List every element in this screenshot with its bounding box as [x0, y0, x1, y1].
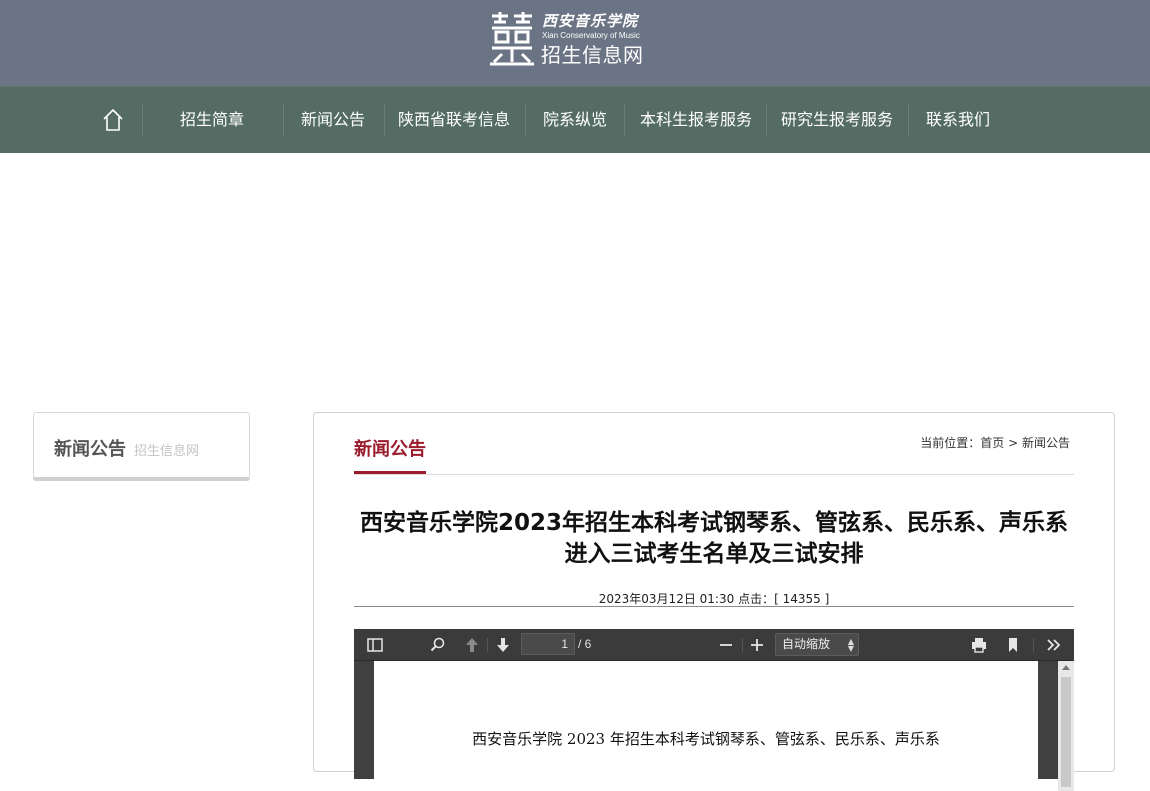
toolbar-divider — [1033, 638, 1034, 652]
nav-divider — [142, 104, 143, 136]
select-arrows-icon: ▲ ▼ — [847, 637, 854, 653]
article-meta-divider — [354, 606, 1074, 607]
logo-calligraphy-text: 西安音乐学院 — [542, 12, 639, 30]
page-number-input[interactable]: 1 — [521, 633, 575, 655]
article-title: 西安音乐学院2023年招生本科考试钢琴系、管弦系、民乐系、声乐系进入三试考生名单… — [359, 510, 1068, 567]
nav-item-shaanxi-exam[interactable]: 陕西省联考信息 — [398, 87, 510, 154]
pdf-page-text: 西安音乐学院 2023 年招生本科考试钢琴系、管弦系、民乐系、声乐系 — [472, 730, 940, 748]
previous-page-icon[interactable] — [463, 636, 481, 654]
logo-chinese-text: 招生信息网 — [541, 43, 644, 67]
nav-item-graduate[interactable]: 研究生报考服务 — [781, 87, 893, 154]
nav-divider — [766, 104, 767, 136]
home-icon — [103, 109, 123, 131]
nav-item-contact[interactable]: 联系我们 — [926, 87, 990, 154]
breadcrumb: 当前位置：首页 > 新闻公告 — [920, 434, 1070, 451]
next-page-icon[interactable] — [494, 636, 512, 654]
pdf-page: 西安音乐学院 2023 年招生本科考试钢琴系、管弦系、民乐系、声乐系 — [374, 661, 1038, 791]
site-logo[interactable]: 西安音乐学院 Xian Conservatory of Music 招生信息网 — [488, 8, 668, 70]
section-title: 新闻公告 — [354, 439, 426, 460]
nav-item-admissions-guide[interactable]: 招生简章 — [180, 87, 244, 154]
more-tools-icon[interactable] — [1045, 636, 1063, 654]
zoom-out-icon[interactable] — [717, 636, 735, 654]
article-clicks-label: 点击： — [738, 592, 775, 606]
toolbar-divider — [487, 638, 488, 652]
nav-divider — [624, 104, 625, 136]
nav-divider — [283, 104, 284, 136]
article-date: 2023年03月12日 01:30 — [598, 592, 735, 606]
main-nav: 招生简章 新闻公告 陕西省联考信息 院系纵览 本科生报考服务 研究生报考服务 联… — [0, 86, 1150, 153]
article-clicks-count: [ 14355 ] — [774, 592, 830, 606]
main-content: 新闻公告 当前位置：首页 > 新闻公告 西安音乐学院2023年招生本科考试钢琴系… — [313, 412, 1115, 791]
section-divider — [354, 474, 1074, 475]
site-header: 西安音乐学院 Xian Conservatory of Music 招生信息网 — [0, 0, 1150, 86]
pdf-scrollbar[interactable] — [1058, 661, 1074, 791]
nav-home-button[interactable] — [98, 105, 128, 135]
toolbar-divider — [742, 638, 743, 652]
nav-divider — [908, 104, 909, 136]
article-meta: 2023年03月12日 01:30 点击：[ 14355 ] — [354, 590, 1074, 607]
page-total: / 6 — [578, 637, 592, 651]
breadcrumb-home-link[interactable]: 首页 — [980, 436, 1004, 450]
search-icon[interactable] — [429, 636, 447, 654]
scroll-up-arrow-icon[interactable] — [1062, 665, 1070, 670]
nav-item-departments[interactable]: 院系纵览 — [543, 87, 607, 154]
section-title-underline — [354, 471, 426, 474]
breadcrumb-prefix: 当前位置： — [920, 436, 981, 450]
pdf-toolbar: 1 / 6 自动缩放 ▲ ▼ — [354, 629, 1074, 661]
logo-mark-icon — [490, 12, 534, 66]
scrollbar-thumb[interactable] — [1061, 677, 1071, 787]
sidebar-title: 新闻公告 — [54, 439, 126, 460]
sidebar-subtitle: 招生信息网 — [134, 444, 200, 459]
zoom-select[interactable]: 自动缩放 ▲ ▼ — [775, 633, 859, 656]
nav-divider — [384, 104, 385, 136]
breadcrumb-current-link[interactable]: 新闻公告 — [1022, 436, 1070, 450]
nav-item-undergraduate[interactable]: 本科生报考服务 — [640, 87, 752, 154]
pdf-viewer: 1 / 6 自动缩放 ▲ ▼ 西安音乐学院 2023 年招生本科考试钢琴系、管弦… — [354, 629, 1074, 791]
bookmark-icon[interactable] — [1004, 636, 1022, 654]
print-icon[interactable] — [970, 636, 988, 654]
zoom-select-value: 自动缩放 — [782, 637, 831, 651]
sidebar-section-box: 新闻公告 招生信息网 — [33, 412, 250, 481]
nav-divider — [525, 104, 526, 136]
zoom-in-icon[interactable] — [748, 636, 766, 654]
breadcrumb-separator: > — [1008, 436, 1019, 450]
sidebar-toggle-icon[interactable] — [366, 636, 384, 654]
nav-item-news[interactable]: 新闻公告 — [301, 87, 365, 154]
